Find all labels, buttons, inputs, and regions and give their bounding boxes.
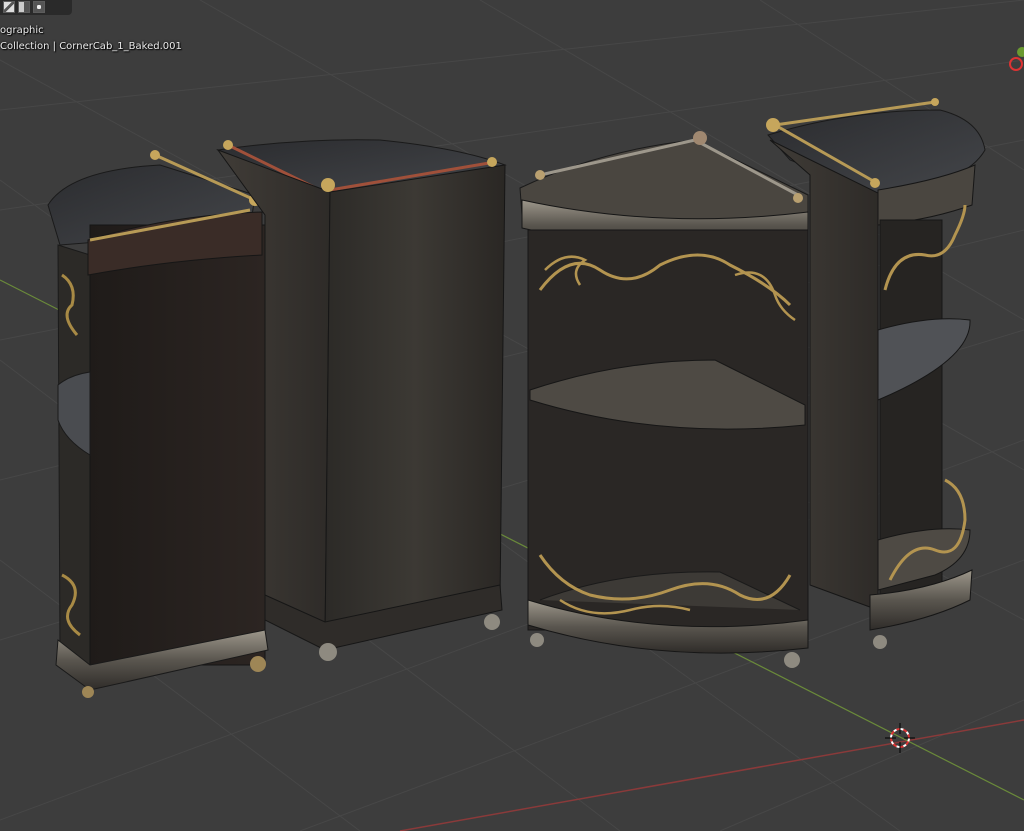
3d-viewport[interactable]: ographic Collection | CornerCab_1_Baked.… [0, 0, 1024, 831]
viewport-shading-toolbar[interactable] [0, 0, 72, 15]
cabinet-3[interactable] [519, 131, 809, 668]
x-axis-line [399, 719, 1024, 831]
rendered-shading-icon[interactable] [33, 1, 45, 13]
object-info-label: Collection | CornerCab_1_Baked.001 [0, 41, 182, 52]
view-name-label: ographic [0, 25, 44, 36]
solid-shading-icon[interactable] [3, 1, 15, 13]
viewport-scene[interactable] [0, 0, 1024, 831]
cabinet-1[interactable] [47, 150, 269, 698]
material-preview-icon[interactable] [18, 1, 30, 13]
axis-gizmo-icon[interactable] [1004, 44, 1024, 74]
